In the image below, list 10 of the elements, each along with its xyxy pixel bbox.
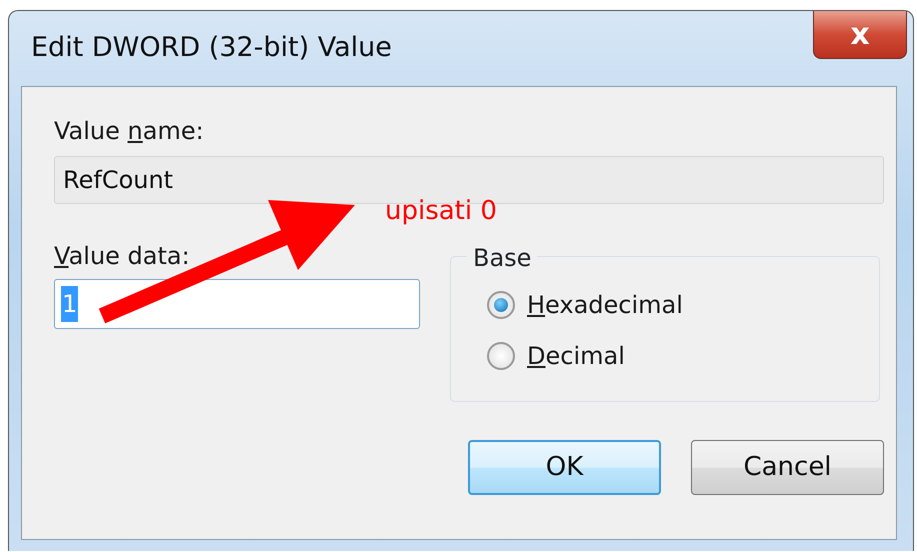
field-label: Value name:: [54, 117, 205, 146]
field-label: Value data:: [54, 242, 191, 271]
radio-label[interactable]: Hexadecimal: [527, 290, 683, 320]
radio-button[interactable]: [487, 342, 515, 370]
ok-button[interactable]: OK: [468, 440, 661, 495]
cancel-button[interactable]: Cancel: [691, 440, 884, 495]
radio-label[interactable]: Decimal: [527, 342, 625, 370]
radio-button[interactable]: [487, 291, 515, 320]
close-button[interactable]: x: [813, 11, 907, 59]
window-title: Edit DWORD (32-bit) Value: [30, 31, 393, 66]
